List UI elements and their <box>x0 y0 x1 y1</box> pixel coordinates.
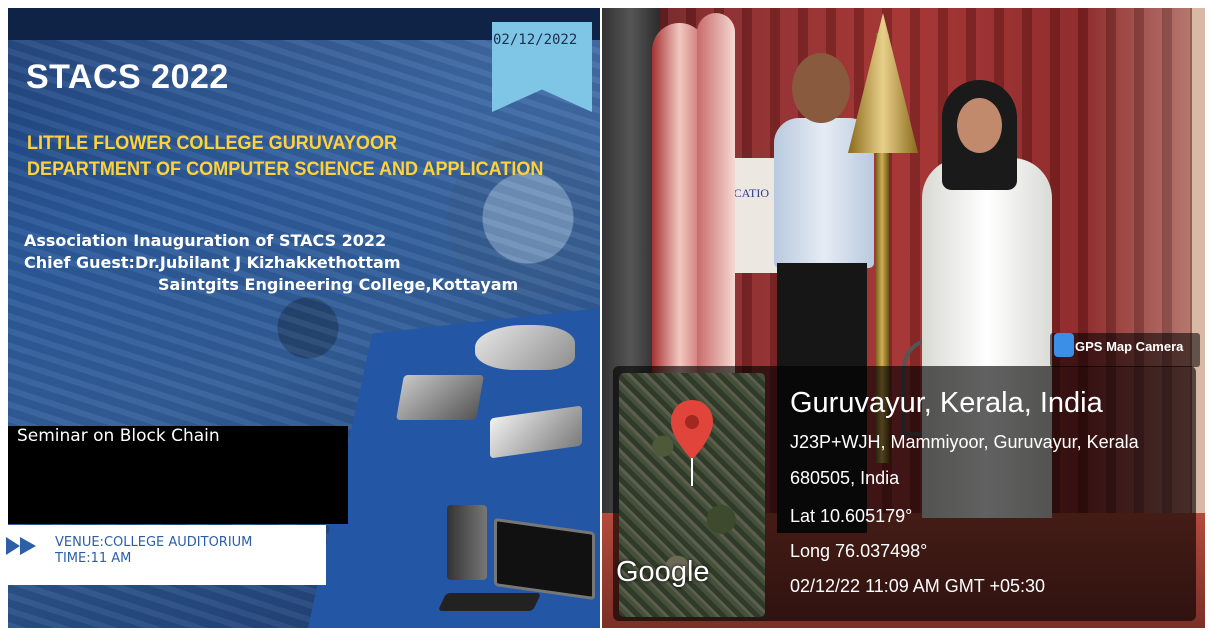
poster-title: STACS 2022 <box>26 58 229 96</box>
google-logo: Google <box>616 556 710 588</box>
gps-camera-icon <box>1054 333 1074 357</box>
keyboard-image <box>437 593 542 611</box>
department-name: DEPARTMENT OF COMPUTER SCIENCE AND APPLI… <box>27 159 544 180</box>
circuit-board-image <box>396 375 484 420</box>
monitor-image <box>494 517 595 601</box>
time-text: TIME:11 AM <box>55 551 132 566</box>
chief-guest-head <box>792 53 850 123</box>
gps-address-line: J23P+WJH, Mammiyoor, Guruvayur, Kerala <box>790 432 1139 452</box>
gps-location: Guruvayur, Kerala, India <box>790 387 1103 419</box>
gps-address-line: 680505, India <box>790 468 900 488</box>
college-name: LITTLE FLOWER COLLEGE GURUVAYOOR <box>27 133 398 154</box>
poster-date: 02/12/2022 <box>493 32 578 48</box>
double-arrow-icon <box>6 537 36 555</box>
venue-text: VENUE:COLLEGE AUDITORIUM <box>55 535 253 550</box>
event-photo: PPLICATIO GPS Map Camera Google Guruvayu… <box>602 8 1205 628</box>
chief-guest: Chief Guest:Dr.Jubilant J Kizhakkethotta… <box>24 253 401 272</box>
map-pin-icon <box>671 400 713 486</box>
chief-guest-college: Saintgits Engineering College,Kottayam <box>158 275 519 294</box>
event-description: Association Inauguration of STACS 2022 <box>24 231 387 250</box>
gps-longitude: Long 76.037498° <box>790 541 928 561</box>
gps-timestamp: 02/12/22 11:09 AM GMT +05:30 <box>790 576 1046 596</box>
nun-face <box>957 98 1002 153</box>
gps-app-label: GPS Map Camera <box>1075 339 1184 354</box>
desktop-tower-image <box>447 505 487 580</box>
hard-disk-image <box>475 325 575 370</box>
seminar-topic: Seminar on Block Chain <box>17 426 220 446</box>
gps-latitude: Lat 10.605179° <box>790 506 913 526</box>
